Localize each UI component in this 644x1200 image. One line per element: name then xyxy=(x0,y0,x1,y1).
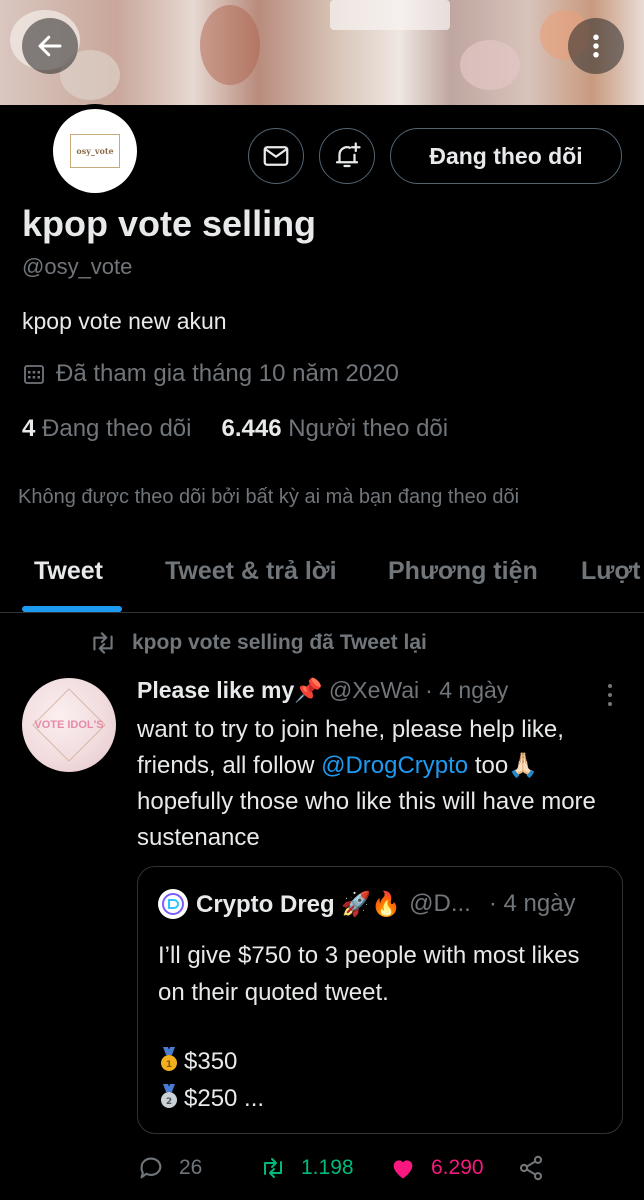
profile-tabs: Tweet Tweet & trả lời Phương tiện Lượt xyxy=(0,540,644,613)
reply-icon xyxy=(140,1157,162,1179)
reply-button[interactable]: 26 xyxy=(137,1154,202,1182)
tweet-more-button[interactable] xyxy=(600,680,620,710)
avatar-logo: osy_vote xyxy=(70,134,120,168)
more-options-button[interactable] xyxy=(568,18,624,74)
profile-bio: kpop vote new akun xyxy=(22,308,227,334)
quote-prizes: 1 $350 2 $250 ... xyxy=(158,1043,264,1117)
share-button[interactable] xyxy=(517,1154,545,1182)
quote-body: I’ll give $750 to 3 people with most lik… xyxy=(158,942,580,1006)
retweet-button[interactable]: 1.198 xyxy=(259,1154,354,1182)
follow-stats: 4 Đang theo dõi 6.446 Người theo dõi xyxy=(22,415,448,443)
tweet-author-name[interactable]: Please like my📌 xyxy=(137,677,323,704)
tweet-time[interactable]: · 4 ngày xyxy=(425,677,508,704)
profile-banner xyxy=(0,0,644,105)
like-button[interactable]: 6.290 xyxy=(389,1154,484,1182)
tweet-author-handle[interactable]: @XeWai xyxy=(329,677,419,704)
tweet-body: want to try to join hehe, please help li… xyxy=(137,716,596,851)
tab-likes[interactable]: Lượt xyxy=(581,557,640,586)
quote-author-handle: @D... xyxy=(409,890,471,917)
svg-text:1: 1 xyxy=(166,1060,172,1070)
following-button[interactable]: Đang theo dõi xyxy=(390,128,622,184)
bell-plus-icon xyxy=(335,142,361,168)
tweet-action-bar: 26 1.198 6.290 xyxy=(137,1150,627,1190)
gold-medal-icon: 1 xyxy=(158,1047,180,1073)
following-stat[interactable]: 4 Đang theo dõi xyxy=(22,415,191,443)
retweet-context[interactable]: kpop vote selling đã Tweet lại xyxy=(88,630,427,656)
back-arrow-icon xyxy=(38,35,62,57)
more-vertical-icon xyxy=(593,34,599,58)
followers-stat[interactable]: 6.446 Người theo dõi xyxy=(221,415,448,443)
tweet-author-avatar[interactable]: VOTE IDOL'S xyxy=(22,678,116,772)
quoted-tweet[interactable]: Crypto Dreg 🚀🔥 @D... · 4 ngày I’ll give … xyxy=(137,866,623,1134)
tab-media[interactable]: Phương tiện xyxy=(388,557,538,586)
tab-tweets-replies[interactable]: Tweet & trả lời xyxy=(165,557,337,586)
profile-name: kpop vote selling xyxy=(22,203,317,244)
joined-date: Đã tham gia tháng 10 năm 2020 xyxy=(22,360,399,388)
message-button[interactable] xyxy=(248,128,304,184)
heart-icon xyxy=(393,1160,413,1179)
not-followed-notice: Không được theo dõi bởi bất kỳ ai mà bạn… xyxy=(18,486,520,508)
tab-tweets[interactable]: Tweet xyxy=(34,557,103,586)
profile-handle: @osy_vote xyxy=(22,254,133,279)
envelope-icon xyxy=(263,146,289,166)
back-button[interactable] xyxy=(22,18,78,74)
share-icon xyxy=(519,1155,543,1181)
svg-text:2: 2 xyxy=(166,1097,172,1107)
crypto-logo-icon xyxy=(162,893,184,915)
active-tab-indicator xyxy=(22,606,122,612)
quote-author-avatar xyxy=(158,889,188,919)
silver-medal-icon: 2 xyxy=(158,1084,180,1110)
profile-avatar[interactable]: osy_vote xyxy=(48,104,142,198)
mention-link[interactable]: @DrogCrypto xyxy=(321,752,468,779)
calendar-icon xyxy=(24,365,44,384)
quote-author-name: Crypto Dreg 🚀🔥 xyxy=(196,890,402,918)
tweet-header: Please like my📌 @XeWai · 4 ngày xyxy=(137,677,508,704)
retweet-icon xyxy=(264,1158,282,1178)
notifications-button[interactable] xyxy=(319,128,375,184)
quote-time: · 4 ngày xyxy=(488,890,576,917)
retweet-icon xyxy=(93,632,113,654)
